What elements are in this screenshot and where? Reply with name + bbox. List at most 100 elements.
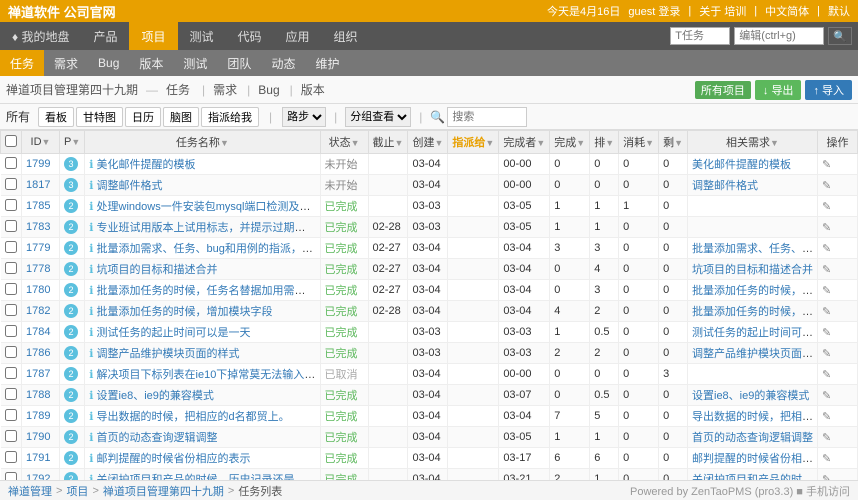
edit-icon[interactable]: ✎	[822, 306, 831, 318]
nav-my-desk[interactable]: ♦ 我的地盘	[0, 22, 81, 50]
task-id-link[interactable]: 1787	[26, 368, 50, 380]
edit-icon[interactable]: ✎	[822, 348, 831, 360]
export-btn[interactable]: ↓ 导出	[755, 80, 802, 100]
subnav-maintain[interactable]: 维护	[305, 50, 349, 76]
task-name-link[interactable]: 导出数据的时候，把相应的d名都贸上。	[97, 411, 290, 423]
task-name-link[interactable]: 坑项目的目标和描述合并	[97, 264, 218, 276]
task-info-icon[interactable]: ℹ	[89, 285, 93, 297]
task-name-link[interactable]: 解决项目下标列表在ie10下掉常莫无法输入数据	[97, 369, 321, 381]
topbar-about[interactable]: 关于 培训	[699, 3, 746, 19]
task-info-icon[interactable]: ℹ	[89, 201, 93, 213]
subnav-test[interactable]: 测试	[173, 50, 217, 76]
task-name-link[interactable]: 调整产品维护模块页面的样式	[97, 348, 240, 360]
edit-icon[interactable]: ✎	[822, 180, 831, 192]
task-name-link[interactable]: 测试任务的起止时间可以是一天	[97, 327, 251, 339]
nav-test[interactable]: 测试	[178, 22, 226, 50]
topbar-lang[interactable]: 中文简体	[765, 3, 809, 19]
task-info-icon[interactable]: ℹ	[89, 432, 93, 444]
col-header-name[interactable]: 任务名称▼	[85, 131, 320, 154]
task-name-link[interactable]: 批量添加任务的时候，任务名替据加用需求功能	[97, 285, 321, 297]
nav-product[interactable]: 产品	[81, 22, 129, 50]
row-checkbox[interactable]	[5, 178, 17, 190]
task-id-link[interactable]: 1784	[26, 326, 50, 338]
task-info-icon[interactable]: ℹ	[89, 222, 93, 234]
story-link[interactable]: 美化邮件提醒的模板	[692, 159, 791, 171]
subnav-team[interactable]: 团队	[217, 50, 261, 76]
story-link[interactable]: 坑项目的目标和描述合并	[692, 264, 813, 276]
all-projects-btn[interactable]: 所有项目	[695, 81, 751, 99]
topbar-user[interactable]: guest 登录	[628, 3, 680, 19]
row-checkbox[interactable]	[5, 199, 17, 211]
story-link[interactable]: 调整产品维护模块页面的样式	[692, 348, 818, 360]
story-link[interactable]: 导出数据的时候，把相应应相关的d名都	[692, 411, 818, 423]
edit-icon[interactable]: ✎	[822, 201, 831, 213]
task-id-link[interactable]: 1782	[26, 305, 50, 317]
view-mindmap[interactable]: 脑图	[163, 107, 199, 127]
shortcut-input[interactable]	[734, 27, 824, 45]
breadcrumb-project-name[interactable]: 禅道项目管理第四十九期	[103, 483, 224, 499]
col-header-assign[interactable]: 指派给▼	[448, 131, 499, 154]
view-calendar[interactable]: 日历	[125, 107, 161, 127]
edit-icon[interactable]: ✎	[822, 285, 831, 297]
task-name-link[interactable]: 邮判提醒的时候省份相应的表示	[97, 453, 251, 465]
story-link[interactable]: 关闭护项目和产品的时候，历史记录还	[692, 474, 818, 480]
task-id-link[interactable]: 1789	[26, 410, 50, 422]
task-info-icon[interactable]: ℹ	[89, 243, 93, 255]
nav-project[interactable]: 项目	[129, 22, 177, 50]
task-info-icon[interactable]: ℹ	[89, 306, 93, 318]
task-input[interactable]	[670, 27, 730, 45]
edit-icon[interactable]: ✎	[822, 159, 831, 171]
edit-icon[interactable]: ✎	[822, 369, 831, 381]
task-name-link[interactable]: 调整邮件格式	[97, 180, 163, 192]
col-header-status[interactable]: 状态▼	[320, 131, 368, 154]
search-btn-nav[interactable]: 🔍	[828, 27, 852, 45]
col-header-id[interactable]: ID▼	[22, 131, 60, 154]
task-info-icon[interactable]: ℹ	[89, 180, 93, 192]
col-header-left[interactable]: 剩▼	[659, 131, 688, 154]
search-input[interactable]	[447, 107, 527, 127]
row-checkbox[interactable]	[5, 157, 17, 169]
edit-icon[interactable]: ✎	[822, 327, 831, 339]
subnav-dynamic[interactable]: 动态	[261, 50, 305, 76]
task-info-icon[interactable]: ℹ	[89, 327, 93, 339]
story-link[interactable]: 批量添加需求、任务、bug和用例	[692, 243, 818, 255]
task-info-icon[interactable]: ℹ	[89, 474, 93, 480]
task-info-icon[interactable]: ℹ	[89, 453, 93, 465]
task-id-link[interactable]: 1791	[26, 452, 50, 464]
view-assign-me[interactable]: 指派给我	[201, 107, 259, 127]
task-name-link[interactable]: 专业班试用版本上试用标志，并提示过期时限	[97, 222, 317, 234]
edit-icon[interactable]: ✎	[822, 390, 831, 402]
task-name-link[interactable]: 批量添加需求、任务、bug和用例的指派，指派行符处理为	[97, 243, 321, 255]
row-checkbox[interactable]	[5, 325, 17, 337]
task-id-link[interactable]: 1786	[26, 347, 50, 359]
col-header-pri[interactable]: 排▼	[590, 131, 619, 154]
task-id-link[interactable]: 1779	[26, 242, 50, 254]
edit-icon[interactable]: ✎	[822, 243, 831, 255]
edit-icon[interactable]: ✎	[822, 222, 831, 234]
row-checkbox[interactable]	[5, 409, 17, 421]
row-checkbox[interactable]	[5, 304, 17, 316]
topbar-count[interactable]: 默认	[828, 3, 850, 19]
edit-icon[interactable]: ✎	[822, 411, 831, 423]
row-checkbox[interactable]	[5, 220, 17, 232]
story-link[interactable]: 邮判提醒的时候省份相应的表示	[692, 453, 818, 465]
view-gantt[interactable]: 甘特图	[76, 107, 123, 127]
story-link[interactable]: 设置ie8、ie9的兼容模式	[692, 390, 809, 402]
task-info-icon[interactable]: ℹ	[89, 411, 93, 423]
col-header-deadline[interactable]: 截止▼	[368, 131, 408, 154]
nav-org[interactable]: 组织	[322, 22, 370, 50]
story-link[interactable]: 测试任务的起止时间可以是一天	[692, 327, 818, 339]
breadcrumb-root[interactable]: 禅道管理	[8, 483, 52, 499]
row-checkbox[interactable]	[5, 430, 17, 442]
task-id-link[interactable]: 1785	[26, 200, 50, 212]
task-name-link[interactable]: 关闭护项目和产品的时候，历史记录还是英文的用户名，应该用中文显	[97, 474, 321, 480]
task-name-link[interactable]: 批量添加任务的时候，增加模块字段	[97, 306, 273, 318]
subnav-version[interactable]: 版本	[129, 50, 173, 76]
row-checkbox[interactable]	[5, 241, 17, 253]
story-link[interactable]: 批量添加任务的时候，任务名替据加到相关需求栏	[692, 285, 818, 297]
breadcrumb-project[interactable]: 项目	[66, 483, 88, 499]
story-link[interactable]: 调整邮件格式	[692, 180, 758, 192]
task-info-icon[interactable]: ℹ	[89, 159, 93, 171]
edit-icon[interactable]: ✎	[822, 264, 831, 276]
nav-code[interactable]: 代码	[226, 22, 274, 50]
